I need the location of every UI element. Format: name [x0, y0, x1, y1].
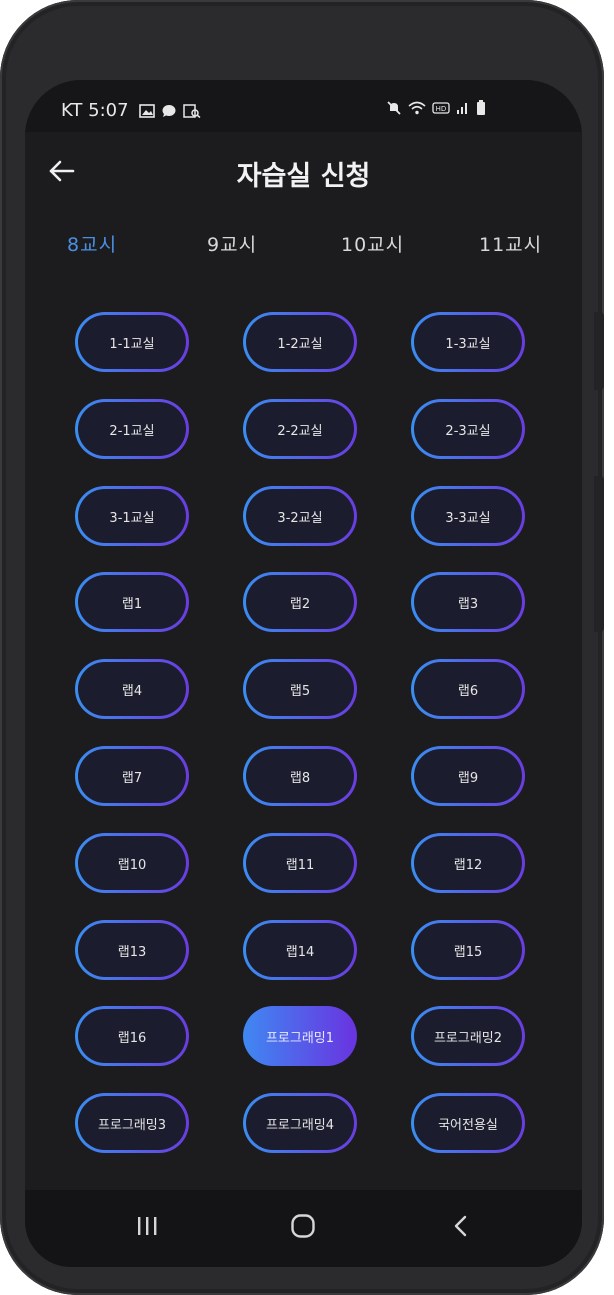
- room-button[interactable]: 랩5: [243, 659, 357, 719]
- room-button[interactable]: 랩4: [75, 659, 189, 719]
- room-button[interactable]: 랩11: [243, 833, 357, 893]
- back-nav-icon[interactable]: [441, 1210, 481, 1242]
- room-button-label: 랩3: [457, 596, 479, 612]
- room-button[interactable]: 프로그래밍2: [411, 1006, 525, 1066]
- room-button-label: 3-2교실: [277, 510, 323, 526]
- room-button-label: 프로그래밍1: [265, 1030, 335, 1046]
- room-button-label: 랩14: [285, 944, 315, 960]
- system-nav-bar: [25, 1190, 582, 1267]
- room-button[interactable]: 랩6: [411, 659, 525, 719]
- chat-bubble-icon: [161, 104, 177, 118]
- room-button-label: 2-1교실: [109, 423, 155, 439]
- page-title: 자습실 신청: [236, 161, 371, 192]
- room-button[interactable]: 랩1: [75, 572, 189, 632]
- room-button[interactable]: 3-1교실: [75, 486, 189, 546]
- room-button-label: 프로그래밍4: [265, 1117, 335, 1133]
- room-button-label: 랩4: [121, 683, 143, 699]
- room-button[interactable]: 2-3교실: [411, 399, 525, 459]
- room-button[interactable]: 랩10: [75, 833, 189, 893]
- room-button[interactable]: 랩12: [411, 833, 525, 893]
- room-button[interactable]: 랩13: [75, 920, 189, 980]
- room-button[interactable]: 랩16: [75, 1006, 189, 1066]
- wifi-icon: [408, 101, 426, 119]
- gallery-search-icon: [182, 103, 201, 118]
- carrier-time: KT 5:07: [61, 100, 129, 121]
- screen: KT 5:07 HD 자습실 신청 8교시 9교시 10교시 11교시 1-1교…: [25, 80, 582, 1267]
- room-button-label: 국어전용실: [438, 1117, 498, 1133]
- period-tabs: 8교시 9교시 10교시 11교시: [25, 224, 582, 264]
- room-button-label: 랩2: [289, 596, 311, 612]
- room-button-label: 랩15: [453, 944, 483, 960]
- signal-icon: [456, 101, 470, 119]
- mute-icon: [386, 100, 402, 120]
- room-button[interactable]: 2-1교실: [75, 399, 189, 459]
- home-icon[interactable]: [283, 1210, 323, 1242]
- room-button[interactable]: 1-2교실: [243, 312, 357, 372]
- room-button-label: 랩12: [453, 857, 483, 873]
- room-button[interactable]: 랩7: [75, 746, 189, 806]
- app-bar: 자습실 신청: [25, 132, 582, 212]
- status-bar: KT 5:07 HD: [25, 80, 582, 132]
- room-button-label: 랩6: [457, 683, 479, 699]
- room-button-label: 1-2교실: [277, 336, 323, 352]
- battery-icon: [476, 100, 486, 120]
- recent-apps-icon[interactable]: [127, 1210, 167, 1242]
- image-icon: [138, 103, 155, 118]
- room-button-label: 랩5: [289, 683, 311, 699]
- room-button[interactable]: 2-2교실: [243, 399, 357, 459]
- tab-period-8[interactable]: 8교시: [67, 230, 117, 257]
- tab-period-11[interactable]: 11교시: [479, 230, 542, 257]
- room-button[interactable]: 랩14: [243, 920, 357, 980]
- room-button[interactable]: 1-1교실: [75, 312, 189, 372]
- room-button-label: 3-3교실: [445, 510, 491, 526]
- room-button-label: 랩8: [289, 770, 311, 786]
- room-button-label: 1-3교실: [445, 336, 491, 352]
- room-button[interactable]: 랩8: [243, 746, 357, 806]
- room-button-label: 랩10: [117, 857, 147, 873]
- room-button[interactable]: 1-3교실: [411, 312, 525, 372]
- room-button[interactable]: 3-2교실: [243, 486, 357, 546]
- room-button-label: 프로그래밍3: [97, 1117, 167, 1133]
- room-button[interactable]: 랩2: [243, 572, 357, 632]
- svg-text:HD: HD: [436, 105, 447, 113]
- room-button[interactable]: 랩9: [411, 746, 525, 806]
- room-button-label: 랩9: [457, 770, 479, 786]
- tab-period-10[interactable]: 10교시: [341, 230, 404, 257]
- room-button-label: 3-1교실: [109, 510, 155, 526]
- room-button[interactable]: 프로그래밍3: [75, 1093, 189, 1153]
- status-right: HD: [380, 100, 486, 120]
- hd-icon: HD: [432, 101, 450, 119]
- room-button-label: 랩1: [121, 596, 143, 612]
- room-button[interactable]: 프로그래밍4: [243, 1093, 357, 1153]
- room-button-label: 프로그래밍2: [433, 1030, 503, 1046]
- room-button[interactable]: 3-3교실: [411, 486, 525, 546]
- room-button-label: 랩11: [285, 857, 315, 873]
- tab-period-9[interactable]: 9교시: [207, 230, 257, 257]
- room-button-label: 2-3교실: [445, 423, 491, 439]
- room-button-label: 랩13: [117, 944, 147, 960]
- room-button[interactable]: 프로그래밍1: [243, 1006, 357, 1066]
- status-left: KT 5:07: [61, 100, 201, 121]
- room-button[interactable]: 국어전용실: [411, 1093, 525, 1153]
- room-button-label: 랩16: [117, 1030, 147, 1046]
- phone-frame: KT 5:07 HD 자습실 신청 8교시 9교시 10교시 11교시 1-1교…: [0, 0, 604, 1295]
- room-button-label: 1-1교실: [109, 336, 155, 352]
- room-button[interactable]: 랩15: [411, 920, 525, 980]
- room-button-label: 랩7: [121, 770, 143, 786]
- room-button[interactable]: 랩3: [411, 572, 525, 632]
- room-button-label: 2-2교실: [277, 423, 323, 439]
- volume-button: [594, 312, 604, 390]
- power-button: [594, 476, 604, 632]
